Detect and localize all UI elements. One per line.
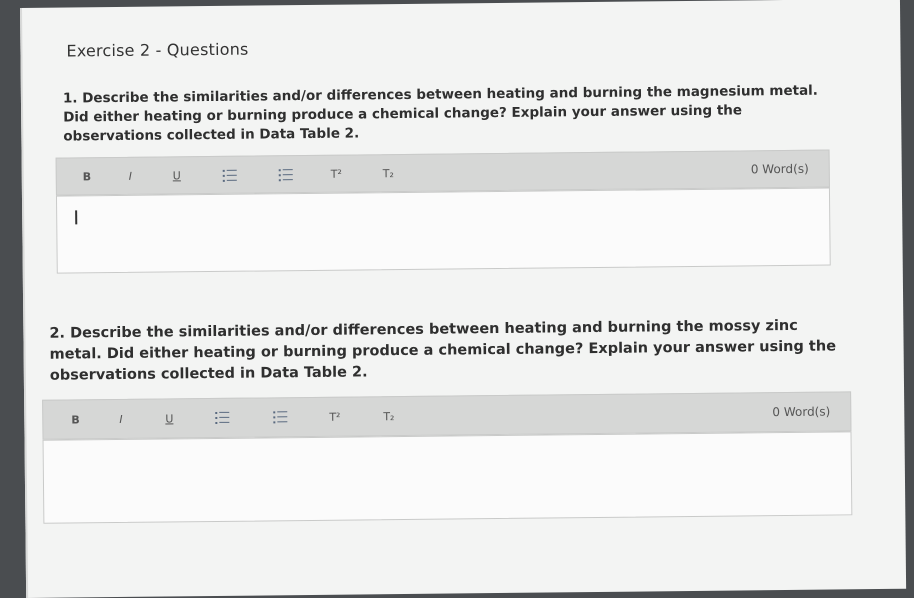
bullet-list-icon[interactable] <box>215 411 230 424</box>
question-1-answer-field[interactable] <box>55 187 831 274</box>
bold-button[interactable]: B <box>83 170 92 183</box>
question-2-answer-field[interactable] <box>42 431 853 524</box>
numbered-list-icon[interactable] <box>278 169 293 182</box>
text-cursor <box>75 210 78 225</box>
numbered-list-icon[interactable] <box>273 411 288 424</box>
superscript-button[interactable]: T² <box>329 410 340 423</box>
italic-button[interactable]: I <box>129 169 132 182</box>
page-title: Exercise 2 - Questions <box>66 39 249 61</box>
underline-button[interactable]: U <box>165 412 173 425</box>
word-count: 0 Word(s) <box>750 161 809 177</box>
superscript-button[interactable]: T² <box>331 167 342 180</box>
bold-button[interactable]: B <box>71 413 80 426</box>
subscript-button[interactable]: T₂ <box>383 410 394 423</box>
question-2-text: 2. Describe the similarities and/or diff… <box>49 317 837 384</box>
subscript-button[interactable]: T₂ <box>383 167 394 180</box>
bullet-list-icon[interactable] <box>222 169 237 182</box>
underline-button[interactable]: U <box>173 169 181 182</box>
word-count: 0 Word(s) <box>772 404 831 420</box>
worksheet-page: Exercise 2 - Questions 1. Describe the s… <box>20 0 907 598</box>
question-1-text: 1. Describe the similarities and/or diff… <box>62 82 818 145</box>
italic-button[interactable]: I <box>119 412 122 425</box>
